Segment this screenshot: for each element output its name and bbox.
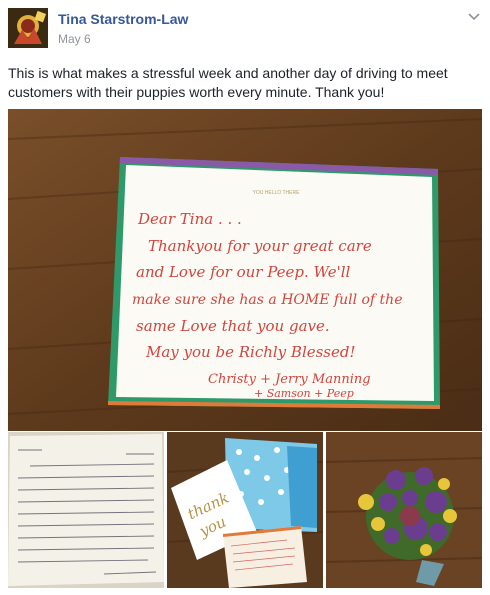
thank-you-card-photo: YOU HELLO THERE Dear Tina . . . Thankyou… xyxy=(8,109,482,431)
facebook-post: Tina Starstrom-Law May 6 This is what ma… xyxy=(0,0,490,595)
card-line-5: same Love that you gave. xyxy=(136,317,330,335)
post-text: This is what makes a stressful week and … xyxy=(8,65,448,100)
photo-thumbnail-cards[interactable]: thank you xyxy=(167,432,323,588)
card-line-8: + Samson + Peep xyxy=(254,387,354,400)
card-line-3: and Love for our Peep. We'll xyxy=(136,263,351,281)
card-line-6: May you be Richly Blessed! xyxy=(145,343,356,361)
chevron-down-icon[interactable] xyxy=(466,8,482,24)
post-timestamp[interactable]: May 6 xyxy=(58,32,91,46)
author-avatar[interactable] xyxy=(8,8,48,48)
card-line-1: Dear Tina . . . xyxy=(137,210,242,228)
thank-you-card-front-photo: thank you xyxy=(167,432,323,588)
photo-thumbnail-flowers[interactable] xyxy=(326,432,482,588)
photo-thumbnail-note[interactable] xyxy=(8,432,164,588)
card-line-7: Christy + Jerry Manning xyxy=(208,372,371,387)
flower-bouquet-photo xyxy=(326,432,482,588)
handwritten-note-photo xyxy=(8,432,164,588)
author-name[interactable]: Tina Starstrom-Law xyxy=(58,11,188,27)
avatar-image xyxy=(8,8,48,48)
card-header-line: YOU HELLO THERE xyxy=(253,190,301,196)
post-header: Tina Starstrom-Law May 6 xyxy=(8,8,482,56)
card-line-2: Thankyou for your great care xyxy=(148,237,372,255)
main-photo[interactable]: YOU HELLO THERE Dear Tina . . . Thankyou… xyxy=(8,109,482,431)
card-line-4: make sure she has a HOME full of the xyxy=(132,292,402,308)
